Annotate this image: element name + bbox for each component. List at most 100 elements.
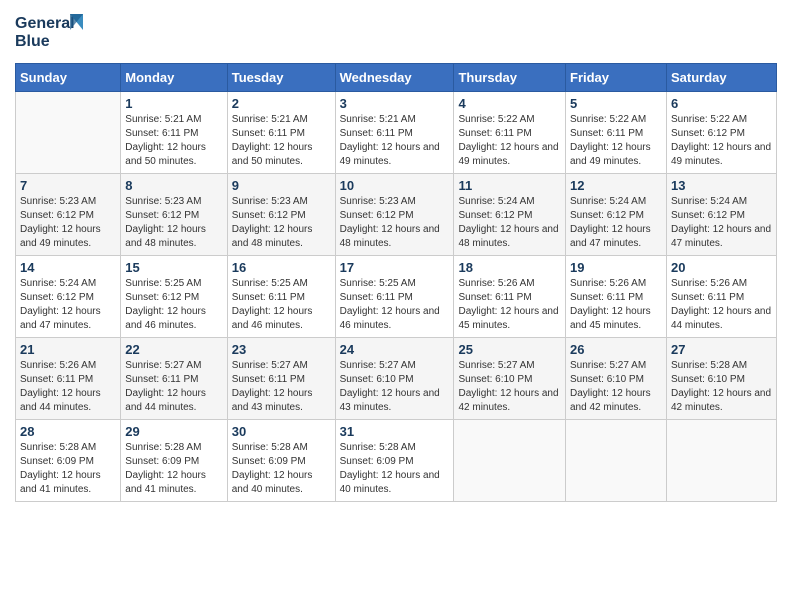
calendar-cell: 22 Sunrise: 5:27 AMSunset: 6:11 PMDayligh… — [121, 338, 227, 420]
day-info: Sunrise: 5:23 AMSunset: 6:12 PMDaylight:… — [125, 195, 222, 251]
calendar-cell: 29 Sunrise: 5:28 AMSunset: 6:09 PMDayligh… — [121, 420, 227, 502]
week-row-4: 21 Sunrise: 5:26 AMSunset: 6:11 PMDayligh… — [16, 338, 777, 420]
day-info: Sunrise: 5:25 AMSunset: 6:12 PMDaylight:… — [125, 277, 222, 333]
day-info: Sunrise: 5:28 AMSunset: 6:09 PMDaylight:… — [340, 441, 450, 497]
day-number: 14 — [20, 260, 116, 275]
calendar-cell: 31Sunrise: 5:28 AMSunset: 6:09 PMDayligh… — [335, 420, 454, 502]
calendar-cell: 1 Sunrise: 5:21 AMSunset: 6:11 PMDaylight… — [121, 92, 227, 174]
day-info: Sunrise: 5:28 AMSunset: 6:09 PMDaylight:… — [20, 441, 116, 497]
day-number: 29 — [125, 424, 222, 439]
day-info: Sunrise: 5:21 AMSunset: 6:11 PMDaylight:… — [340, 113, 450, 169]
calendar-cell: 3 Sunrise: 5:21 AMSunset: 6:11 PMDaylight… — [335, 92, 454, 174]
day-number: 16 — [232, 260, 331, 275]
calendar-cell: 27 Sunrise: 5:28 AMSunset: 6:10 PMDayligh… — [666, 338, 776, 420]
weekday-header-sunday: Sunday — [16, 64, 121, 92]
calendar-cell: 21 Sunrise: 5:26 AMSunset: 6:11 PMDayligh… — [16, 338, 121, 420]
day-number: 9 — [232, 178, 331, 193]
day-number: 2 — [232, 96, 331, 111]
calendar-cell: 23 Sunrise: 5:27 AMSunset: 6:11 PMDayligh… — [227, 338, 335, 420]
calendar-cell: 14 Sunrise: 5:24 AMSunset: 6:12 PMDayligh… — [16, 256, 121, 338]
calendar-cell: 5 Sunrise: 5:22 AMSunset: 6:11 PMDaylight… — [566, 92, 667, 174]
day-info: Sunrise: 5:26 AMSunset: 6:11 PMDaylight:… — [458, 277, 561, 333]
day-info: Sunrise: 5:28 AMSunset: 6:09 PMDaylight:… — [232, 441, 331, 497]
day-number: 26 — [570, 342, 662, 357]
day-info: Sunrise: 5:21 AMSunset: 6:11 PMDaylight:… — [232, 113, 331, 169]
day-number: 1 — [125, 96, 222, 111]
calendar-cell: 18 Sunrise: 5:26 AMSunset: 6:11 PMDayligh… — [454, 256, 566, 338]
day-number: 10 — [340, 178, 450, 193]
day-number: 18 — [458, 260, 561, 275]
calendar-cell: 12Sunrise: 5:24 AMSunset: 6:12 PMDayligh… — [566, 174, 667, 256]
day-info: Sunrise: 5:27 AMSunset: 6:10 PMDaylight:… — [340, 359, 450, 415]
day-info: Sunrise: 5:24 AMSunset: 6:12 PMDaylight:… — [570, 195, 662, 251]
calendar-cell — [566, 420, 667, 502]
day-number: 6 — [671, 96, 772, 111]
weekday-header-wednesday: Wednesday — [335, 64, 454, 92]
day-info: Sunrise: 5:27 AMSunset: 6:11 PMDaylight:… — [232, 359, 331, 415]
day-number: 24 — [340, 342, 450, 357]
day-info: Sunrise: 5:26 AMSunset: 6:11 PMDaylight:… — [20, 359, 116, 415]
calendar-cell: 25Sunrise: 5:27 AMSunset: 6:10 PMDayligh… — [454, 338, 566, 420]
logo: GeneralBlue — [15, 10, 85, 55]
week-row-2: 7 Sunrise: 5:23 AMSunset: 6:12 PMDaylight… — [16, 174, 777, 256]
day-info: Sunrise: 5:23 AMSunset: 6:12 PMDaylight:… — [232, 195, 331, 251]
day-number: 3 — [340, 96, 450, 111]
day-number: 13 — [671, 178, 772, 193]
week-row-1: 1 Sunrise: 5:21 AMSunset: 6:11 PMDaylight… — [16, 92, 777, 174]
calendar-cell: 6 Sunrise: 5:22 AMSunset: 6:12 PMDaylight… — [666, 92, 776, 174]
weekday-header-saturday: Saturday — [666, 64, 776, 92]
day-number: 7 — [20, 178, 116, 193]
calendar-cell: 16Sunrise: 5:25 AMSunset: 6:11 PMDayligh… — [227, 256, 335, 338]
day-number: 4 — [458, 96, 561, 111]
weekday-header-row: SundayMondayTuesdayWednesdayThursdayFrid… — [16, 64, 777, 92]
day-info: Sunrise: 5:27 AMSunset: 6:11 PMDaylight:… — [125, 359, 222, 415]
weekday-header-tuesday: Tuesday — [227, 64, 335, 92]
day-info: Sunrise: 5:24 AMSunset: 6:12 PMDaylight:… — [458, 195, 561, 251]
day-number: 28 — [20, 424, 116, 439]
logo-svg: GeneralBlue — [15, 10, 85, 55]
calendar-cell: 30 Sunrise: 5:28 AMSunset: 6:09 PMDayligh… — [227, 420, 335, 502]
calendar-cell: 8 Sunrise: 5:23 AMSunset: 6:12 PMDaylight… — [121, 174, 227, 256]
day-info: Sunrise: 5:22 AMSunset: 6:11 PMDaylight:… — [570, 113, 662, 169]
calendar-cell — [454, 420, 566, 502]
day-info: Sunrise: 5:24 AMSunset: 6:12 PMDaylight:… — [20, 277, 116, 333]
day-info: Sunrise: 5:28 AMSunset: 6:10 PMDaylight:… — [671, 359, 772, 415]
day-number: 20 — [671, 260, 772, 275]
weekday-header-friday: Friday — [566, 64, 667, 92]
svg-text:Blue: Blue — [15, 33, 50, 50]
day-info: Sunrise: 5:26 AMSunset: 6:11 PMDaylight:… — [671, 277, 772, 333]
day-info: Sunrise: 5:21 AMSunset: 6:11 PMDaylight:… — [125, 113, 222, 169]
day-info: Sunrise: 5:22 AMSunset: 6:12 PMDaylight:… — [671, 113, 772, 169]
day-number: 8 — [125, 178, 222, 193]
day-number: 25 — [458, 342, 561, 357]
day-info: Sunrise: 5:25 AMSunset: 6:11 PMDaylight:… — [340, 277, 450, 333]
calendar-cell — [16, 92, 121, 174]
day-number: 5 — [570, 96, 662, 111]
calendar-cell: 28 Sunrise: 5:28 AMSunset: 6:09 PMDayligh… — [16, 420, 121, 502]
day-number: 19 — [570, 260, 662, 275]
day-number: 30 — [232, 424, 331, 439]
calendar-cell: 24 Sunrise: 5:27 AMSunset: 6:10 PMDayligh… — [335, 338, 454, 420]
calendar-cell: 26Sunrise: 5:27 AMSunset: 6:10 PMDayligh… — [566, 338, 667, 420]
day-info: Sunrise: 5:23 AMSunset: 6:12 PMDaylight:… — [340, 195, 450, 251]
week-row-3: 14 Sunrise: 5:24 AMSunset: 6:12 PMDayligh… — [16, 256, 777, 338]
day-number: 23 — [232, 342, 331, 357]
header: GeneralBlue — [15, 10, 777, 55]
calendar-cell: 7 Sunrise: 5:23 AMSunset: 6:12 PMDaylight… — [16, 174, 121, 256]
day-number: 17 — [340, 260, 450, 275]
calendar-cell: 11 Sunrise: 5:24 AMSunset: 6:12 PMDayligh… — [454, 174, 566, 256]
day-number: 21 — [20, 342, 116, 357]
day-info: Sunrise: 5:24 AMSunset: 6:12 PMDaylight:… — [671, 195, 772, 251]
day-info: Sunrise: 5:26 AMSunset: 6:11 PMDaylight:… — [570, 277, 662, 333]
day-number: 27 — [671, 342, 772, 357]
day-number: 22 — [125, 342, 222, 357]
day-info: Sunrise: 5:28 AMSunset: 6:09 PMDaylight:… — [125, 441, 222, 497]
calendar-cell: 4Sunrise: 5:22 AMSunset: 6:11 PMDaylight… — [454, 92, 566, 174]
calendar-cell: 10 Sunrise: 5:23 AMSunset: 6:12 PMDayligh… — [335, 174, 454, 256]
svg-text:General: General — [15, 15, 75, 32]
calendar-cell: 13 Sunrise: 5:24 AMSunset: 6:12 PMDayligh… — [666, 174, 776, 256]
day-number: 11 — [458, 178, 561, 193]
day-info: Sunrise: 5:23 AMSunset: 6:12 PMDaylight:… — [20, 195, 116, 251]
calendar-table: SundayMondayTuesdayWednesdayThursdayFrid… — [15, 63, 777, 502]
calendar-cell: 9 Sunrise: 5:23 AMSunset: 6:12 PMDaylight… — [227, 174, 335, 256]
